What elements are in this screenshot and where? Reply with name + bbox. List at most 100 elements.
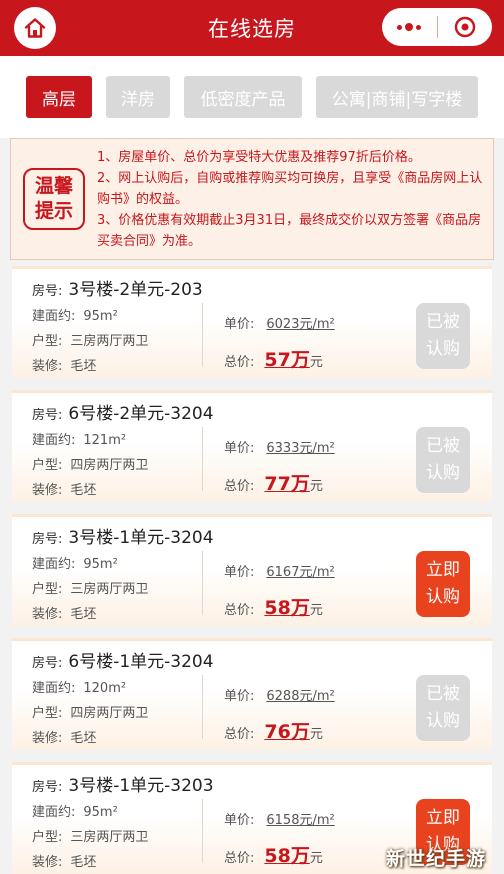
total-price-suffix: 元: [309, 727, 323, 742]
notice-badge-line1: 温馨: [34, 175, 73, 197]
card-divider: [202, 551, 203, 615]
layout-label: 户型:: [32, 334, 63, 349]
card-divider: [202, 675, 203, 739]
layout-row: 户型: 三房两厅两卫: [32, 578, 148, 597]
total-price-row: 总价: 77万元: [224, 469, 323, 496]
button-line1: 已被: [426, 436, 460, 456]
unit-price-number: 6023: [266, 317, 300, 332]
close-circle-icon: [454, 16, 475, 38]
card-divider: [202, 303, 203, 367]
decoration-value: 毛坯: [70, 359, 97, 374]
unit-price-row: 单价: 6023元/m²: [224, 313, 335, 332]
room-label: 房号:: [32, 780, 63, 795]
decoration-value: 毛坯: [70, 607, 97, 622]
unit-price-suffix: 元/m²: [299, 317, 335, 332]
area-label: 建面约:: [32, 433, 76, 448]
tab-low-density[interactable]: 低密度产品: [184, 76, 302, 118]
sold-button: 已被 认购: [416, 303, 470, 369]
room-label: 房号:: [32, 532, 63, 547]
watermark: 新世纪手游: [386, 848, 487, 870]
area-label: 建面约:: [32, 681, 76, 696]
unit-price-label: 单价:: [224, 813, 255, 828]
room-label: 房号:: [32, 284, 63, 299]
total-price-label: 总价:: [224, 355, 255, 370]
unit-price-value: 6023元/m²: [266, 317, 334, 332]
button-line2: 认购: [426, 463, 460, 483]
room-value: 3号楼-1单元-3203: [68, 776, 214, 796]
notice-badge-line2: 提示: [34, 200, 73, 222]
total-price-value: 58万: [264, 845, 310, 867]
menu-capsule: [382, 8, 492, 46]
layout-value: 三房两厅两卫: [70, 582, 149, 597]
card-divider: [202, 427, 203, 491]
total-price-suffix: 元: [309, 851, 323, 866]
total-price-label: 总价:: [224, 603, 255, 618]
more-dots-icon: [397, 23, 422, 31]
button-line2: 认购: [426, 339, 460, 359]
total-price-row: 总价: 76万元: [224, 717, 323, 744]
buy-now-button[interactable]: 立即 认购: [416, 551, 470, 617]
notice-text: 1、房屋单价、总价为享受特大优惠及推荐97折后价格。 2、网上认购后，自购或推荐…: [97, 147, 485, 252]
sold-button: 已被 认购: [416, 427, 470, 493]
listing-card: 房号: 3号楼-1单元-3204 建面约: 95m² 户型: 三房两厅两卫 装修: 毛坯…: [12, 514, 492, 626]
unit-price-value: 6167元/m²: [266, 565, 334, 580]
room-label: 房号:: [32, 408, 63, 423]
unit-price-suffix: 元/m²: [299, 441, 335, 456]
unit-price-value: 6158元/m²: [266, 813, 334, 828]
notice-badge: 温馨 提示: [23, 168, 85, 230]
total-price-value: 57万: [264, 349, 310, 371]
decoration-label: 装修:: [32, 359, 63, 374]
unit-price-label: 单价:: [224, 689, 255, 704]
unit-price-row: 单价: 6167元/m²: [224, 561, 335, 580]
button-line1: 已被: [426, 684, 460, 704]
category-tabs: 高层 洋房 低密度产品 公寓|商铺|写字楼: [0, 56, 504, 138]
tab-apartment-shop-office[interactable]: 公寓|商铺|写字楼: [316, 76, 478, 118]
area-row: 建面约: 121m²: [32, 429, 126, 448]
total-price-value: 76万: [264, 721, 310, 743]
area-label: 建面约:: [32, 309, 76, 324]
unit-price-label: 单价:: [224, 317, 255, 332]
total-price-row: 总价: 57万元: [224, 345, 323, 372]
unit-price-suffix: 元/m²: [299, 689, 335, 704]
room-number: 房号: 6号楼-1单元-3204: [32, 647, 214, 672]
notice-line: 3、价格优惠有效期截止3月31日，最终成交价以双方签署《商品房买卖合同》为准。: [97, 212, 482, 249]
room-number: 房号: 6号楼-2单元-3204: [32, 399, 214, 424]
layout-label: 户型:: [32, 830, 63, 845]
layout-row: 户型: 四房两厅两卫: [32, 702, 148, 721]
total-price-value: 58万: [264, 597, 310, 619]
decoration-label: 装修:: [32, 607, 63, 622]
unit-price-row: 单价: 6158元/m²: [224, 809, 335, 828]
listing-card: 房号: 6号楼-1单元-3204 建面约: 120m² 户型: 四房两厅两卫 装修: 毛…: [12, 638, 492, 750]
tab-highrise[interactable]: 高层: [26, 76, 92, 118]
area-label: 建面约:: [32, 557, 76, 572]
area-value: 95m²: [83, 557, 118, 572]
close-button[interactable]: [438, 8, 493, 46]
decoration-label: 装修:: [32, 483, 63, 498]
decoration-label: 装修:: [32, 731, 63, 746]
area-row: 建面约: 120m²: [32, 677, 126, 696]
total-price-label: 总价:: [224, 727, 255, 742]
room-label: 房号:: [32, 656, 63, 671]
button-line2: 认购: [426, 711, 460, 731]
decoration-row: 装修: 毛坯: [32, 727, 96, 746]
room-number: 房号: 3号楼-1单元-3204: [32, 523, 214, 548]
more-button[interactable]: [382, 8, 437, 46]
area-value: 95m²: [83, 309, 118, 324]
total-price-row: 总价: 58万元: [224, 841, 323, 868]
area-value: 120m²: [83, 681, 127, 696]
button-line1: 已被: [426, 312, 460, 332]
layout-row: 户型: 四房两厅两卫: [32, 454, 148, 473]
decoration-row: 装修: 毛坯: [32, 851, 96, 870]
area-value: 121m²: [83, 433, 127, 448]
tab-villa[interactable]: 洋房: [106, 76, 170, 118]
notice-line: 1、房屋单价、总价为享受特大优惠及推荐97折后价格。: [97, 149, 421, 165]
decoration-value: 毛坯: [70, 731, 97, 746]
decoration-row: 装修: 毛坯: [32, 479, 96, 498]
area-label: 建面约:: [32, 805, 76, 820]
home-button[interactable]: [14, 7, 56, 49]
total-price-suffix: 元: [309, 479, 323, 494]
unit-price-row: 单价: 6333元/m²: [224, 437, 335, 456]
area-row: 建面约: 95m²: [32, 553, 118, 572]
sold-button: 已被 认购: [416, 675, 470, 741]
layout-value: 四房两厅两卫: [70, 458, 149, 473]
